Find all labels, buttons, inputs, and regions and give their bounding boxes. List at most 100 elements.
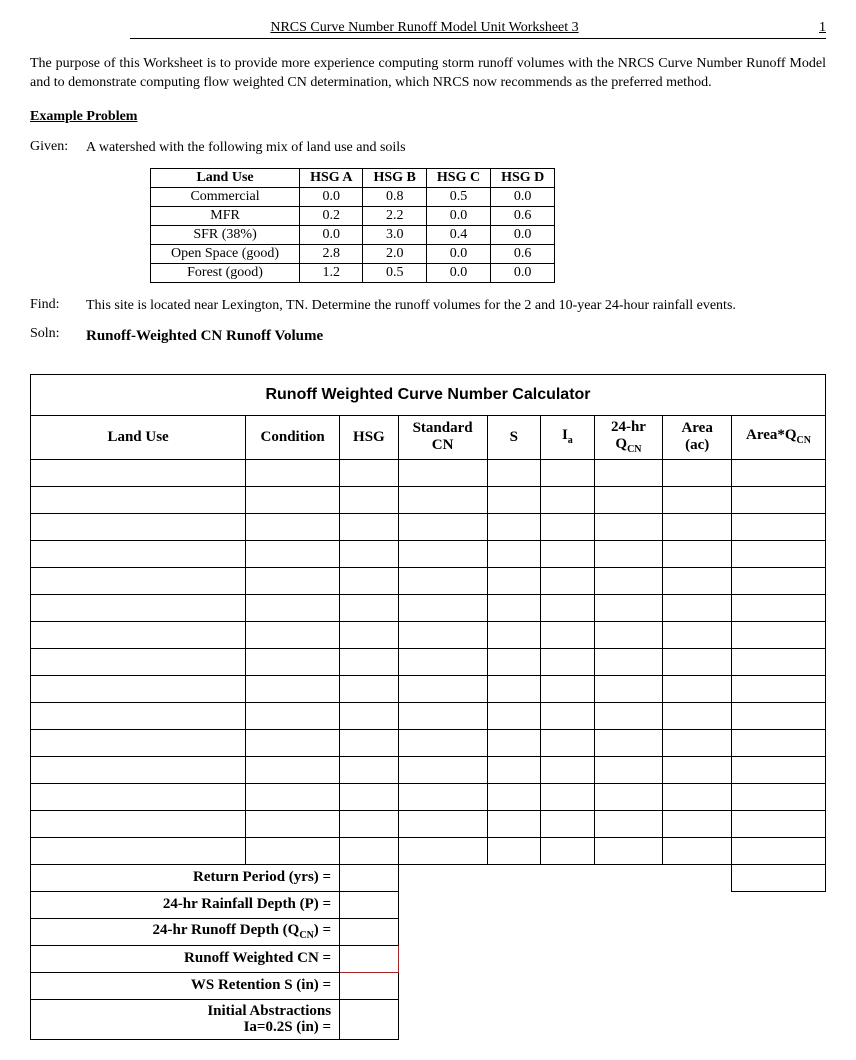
calc-cell[interactable]	[732, 702, 826, 729]
calc-cell[interactable]	[541, 783, 595, 810]
calc-cell[interactable]	[541, 648, 595, 675]
calc-cell[interactable]	[663, 540, 732, 567]
calc-cell[interactable]	[663, 783, 732, 810]
calc-cell[interactable]	[594, 729, 663, 756]
calc-cell[interactable]	[246, 540, 340, 567]
calc-cell[interactable]	[487, 837, 541, 864]
calc-cell[interactable]	[487, 729, 541, 756]
calc-cell[interactable]	[663, 459, 732, 486]
val-initial-abs[interactable]	[340, 999, 399, 1039]
calc-cell[interactable]	[31, 783, 246, 810]
val-retention[interactable]	[340, 972, 399, 999]
calc-cell[interactable]	[541, 702, 595, 729]
calc-cell[interactable]	[732, 675, 826, 702]
calc-cell[interactable]	[487, 702, 541, 729]
calc-cell[interactable]	[398, 513, 487, 540]
calc-cell[interactable]	[398, 702, 487, 729]
calc-cell[interactable]	[340, 594, 399, 621]
calc-cell[interactable]	[246, 702, 340, 729]
calc-cell[interactable]	[732, 594, 826, 621]
calc-cell[interactable]	[246, 621, 340, 648]
calc-cell[interactable]	[340, 810, 399, 837]
calc-cell[interactable]	[541, 810, 595, 837]
calc-cell[interactable]	[246, 675, 340, 702]
calc-cell[interactable]	[398, 729, 487, 756]
calc-cell[interactable]	[594, 513, 663, 540]
calc-cell[interactable]	[663, 702, 732, 729]
calc-cell[interactable]	[246, 459, 340, 486]
calc-cell[interactable]	[246, 594, 340, 621]
calc-cell[interactable]	[246, 810, 340, 837]
calc-cell[interactable]	[663, 675, 732, 702]
calc-cell[interactable]	[398, 459, 487, 486]
calc-cell[interactable]	[31, 675, 246, 702]
calc-cell[interactable]	[31, 837, 246, 864]
calc-cell[interactable]	[541, 513, 595, 540]
calc-cell[interactable]	[594, 594, 663, 621]
calc-cell[interactable]	[246, 837, 340, 864]
calc-cell[interactable]	[340, 540, 399, 567]
calc-cell[interactable]	[663, 756, 732, 783]
calc-cell[interactable]	[732, 783, 826, 810]
calc-cell[interactable]	[732, 729, 826, 756]
calc-cell[interactable]	[594, 837, 663, 864]
calc-cell[interactable]	[541, 486, 595, 513]
calc-cell[interactable]	[541, 459, 595, 486]
calc-cell[interactable]	[594, 756, 663, 783]
calc-cell[interactable]	[340, 783, 399, 810]
calc-cell[interactable]	[340, 513, 399, 540]
calc-cell[interactable]	[732, 567, 826, 594]
calc-cell[interactable]	[594, 810, 663, 837]
calc-cell[interactable]	[340, 486, 399, 513]
calc-cell[interactable]	[732, 756, 826, 783]
calc-cell[interactable]	[487, 459, 541, 486]
val-runoff-depth[interactable]	[340, 918, 399, 945]
calc-cell[interactable]	[398, 837, 487, 864]
calc-cell[interactable]	[246, 567, 340, 594]
calc-cell[interactable]	[487, 513, 541, 540]
calc-cell[interactable]	[398, 675, 487, 702]
calc-cell[interactable]	[31, 594, 246, 621]
calc-cell[interactable]	[732, 621, 826, 648]
calc-cell[interactable]	[31, 648, 246, 675]
calc-cell[interactable]	[31, 729, 246, 756]
calc-cell[interactable]	[246, 513, 340, 540]
calc-cell[interactable]	[398, 567, 487, 594]
calc-cell[interactable]	[732, 540, 826, 567]
calc-cell[interactable]	[340, 675, 399, 702]
calc-cell[interactable]	[594, 540, 663, 567]
calc-cell[interactable]	[246, 729, 340, 756]
calc-cell[interactable]	[732, 648, 826, 675]
val-totals[interactable]	[732, 864, 826, 891]
calc-cell[interactable]	[246, 486, 340, 513]
calc-cell[interactable]	[398, 486, 487, 513]
calc-cell[interactable]	[340, 459, 399, 486]
calc-cell[interactable]	[31, 702, 246, 729]
calc-cell[interactable]	[541, 675, 595, 702]
calc-cell[interactable]	[541, 594, 595, 621]
calc-cell[interactable]	[398, 621, 487, 648]
calc-cell[interactable]	[487, 594, 541, 621]
calc-cell[interactable]	[340, 837, 399, 864]
calc-cell[interactable]	[487, 810, 541, 837]
calc-cell[interactable]	[541, 837, 595, 864]
calc-cell[interactable]	[594, 675, 663, 702]
calc-cell[interactable]	[594, 621, 663, 648]
calc-cell[interactable]	[487, 648, 541, 675]
calc-cell[interactable]	[487, 621, 541, 648]
calc-cell[interactable]	[398, 594, 487, 621]
calc-cell[interactable]	[732, 810, 826, 837]
calc-cell[interactable]	[398, 756, 487, 783]
calc-cell[interactable]	[31, 567, 246, 594]
calc-cell[interactable]	[663, 648, 732, 675]
calc-cell[interactable]	[487, 756, 541, 783]
val-rainfall-depth[interactable]	[340, 891, 399, 918]
calc-cell[interactable]	[541, 567, 595, 594]
calc-cell[interactable]	[31, 621, 246, 648]
calc-cell[interactable]	[732, 837, 826, 864]
calc-cell[interactable]	[663, 567, 732, 594]
calc-cell[interactable]	[31, 513, 246, 540]
calc-cell[interactable]	[594, 567, 663, 594]
calc-cell[interactable]	[31, 459, 246, 486]
calc-cell[interactable]	[541, 621, 595, 648]
